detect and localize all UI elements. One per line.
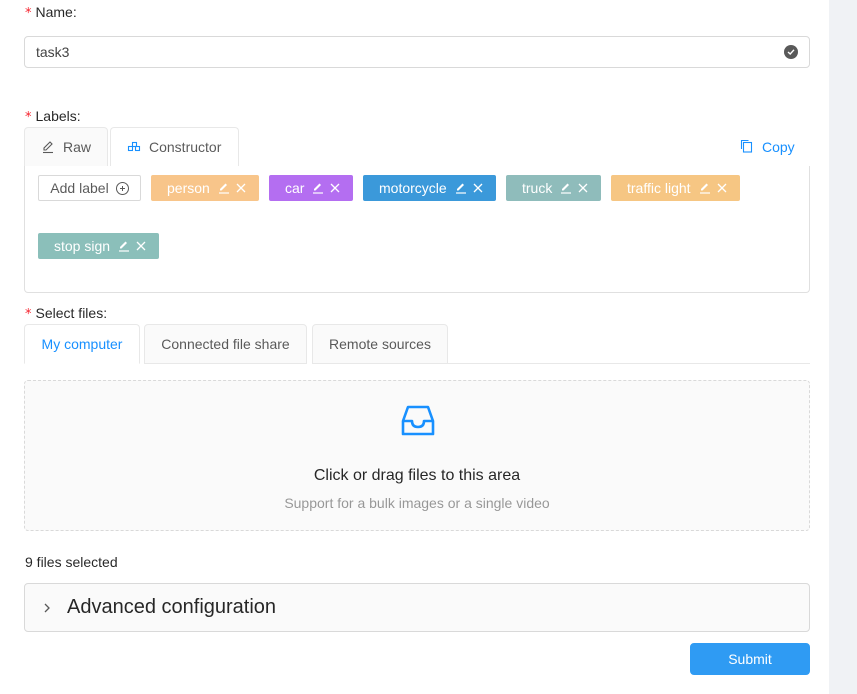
edit-icon[interactable] [455, 182, 467, 194]
tab-remote-sources[interactable]: Remote sources [312, 324, 448, 364]
advanced-configuration-title: Advanced configuration [67, 596, 277, 618]
build-icon [127, 140, 141, 154]
edit-icon [41, 140, 55, 154]
label-tag[interactable]: traffic light [611, 175, 740, 201]
copy-button[interactable]: Copy [740, 136, 795, 158]
copy-icon [740, 139, 753, 156]
edit-icon[interactable] [118, 240, 130, 252]
label-tag[interactable]: person [151, 175, 259, 201]
label-tag[interactable]: car [269, 175, 353, 201]
plus-circle-icon [115, 181, 129, 195]
tab-raw[interactable]: Raw [24, 127, 108, 167]
close-icon[interactable] [473, 183, 483, 193]
advanced-configuration-collapse[interactable]: Advanced configuration [24, 583, 810, 632]
labels-field-label: * Labels: [25, 108, 81, 125]
dropzone-title: Click or drag files to this area [313, 467, 521, 484]
add-label-button[interactable]: Add label [38, 175, 141, 201]
close-icon[interactable] [578, 183, 588, 193]
edit-icon[interactable] [218, 182, 230, 194]
close-icon[interactable] [717, 183, 727, 193]
label-tag-name: motorcycle [379, 180, 447, 196]
create-task-form: * Name: task3 * Labels: Raw Constructor Co… [0, 0, 829, 694]
label-tag[interactable]: truck [506, 175, 601, 201]
label-tag-name: truck [522, 180, 553, 196]
file-dropzone[interactable]: Click or drag files to this area Support… [24, 380, 810, 531]
label-tag[interactable]: motorcycle [363, 175, 496, 201]
tab-constructor[interactable]: Constructor [110, 127, 239, 167]
tab-connected-file-share[interactable]: Connected file share [144, 324, 307, 364]
label-tag-name: person [167, 180, 210, 196]
files-tab-divider [448, 363, 810, 364]
submit-button[interactable]: Submit [690, 643, 810, 675]
close-icon[interactable] [136, 241, 146, 251]
dropzone-hint: Support for a bulk images or a single vi… [284, 495, 550, 511]
edit-icon[interactable] [560, 182, 572, 194]
name-input-value: task3 [36, 44, 70, 60]
tab-my-computer[interactable]: My computer [24, 324, 140, 364]
label-tag-name: car [285, 180, 305, 196]
check-circle-icon [784, 45, 798, 59]
required-mark: * [25, 6, 32, 21]
label-tag-name: stop sign [54, 238, 111, 254]
files-selected-count: 9 files selected [25, 554, 118, 570]
close-icon[interactable] [330, 183, 340, 193]
label-tag-name: traffic light [627, 180, 691, 196]
close-icon[interactable] [236, 183, 246, 193]
name-input[interactable]: task3 [24, 36, 810, 68]
files-field-label: * Select files: [25, 305, 108, 322]
edit-icon[interactable] [699, 182, 711, 194]
label-tag[interactable]: stop sign [38, 233, 159, 259]
inbox-icon [399, 401, 437, 442]
edit-icon[interactable] [312, 182, 324, 194]
chevron-right-icon [43, 600, 51, 616]
name-field-label: * Name: [25, 4, 77, 21]
